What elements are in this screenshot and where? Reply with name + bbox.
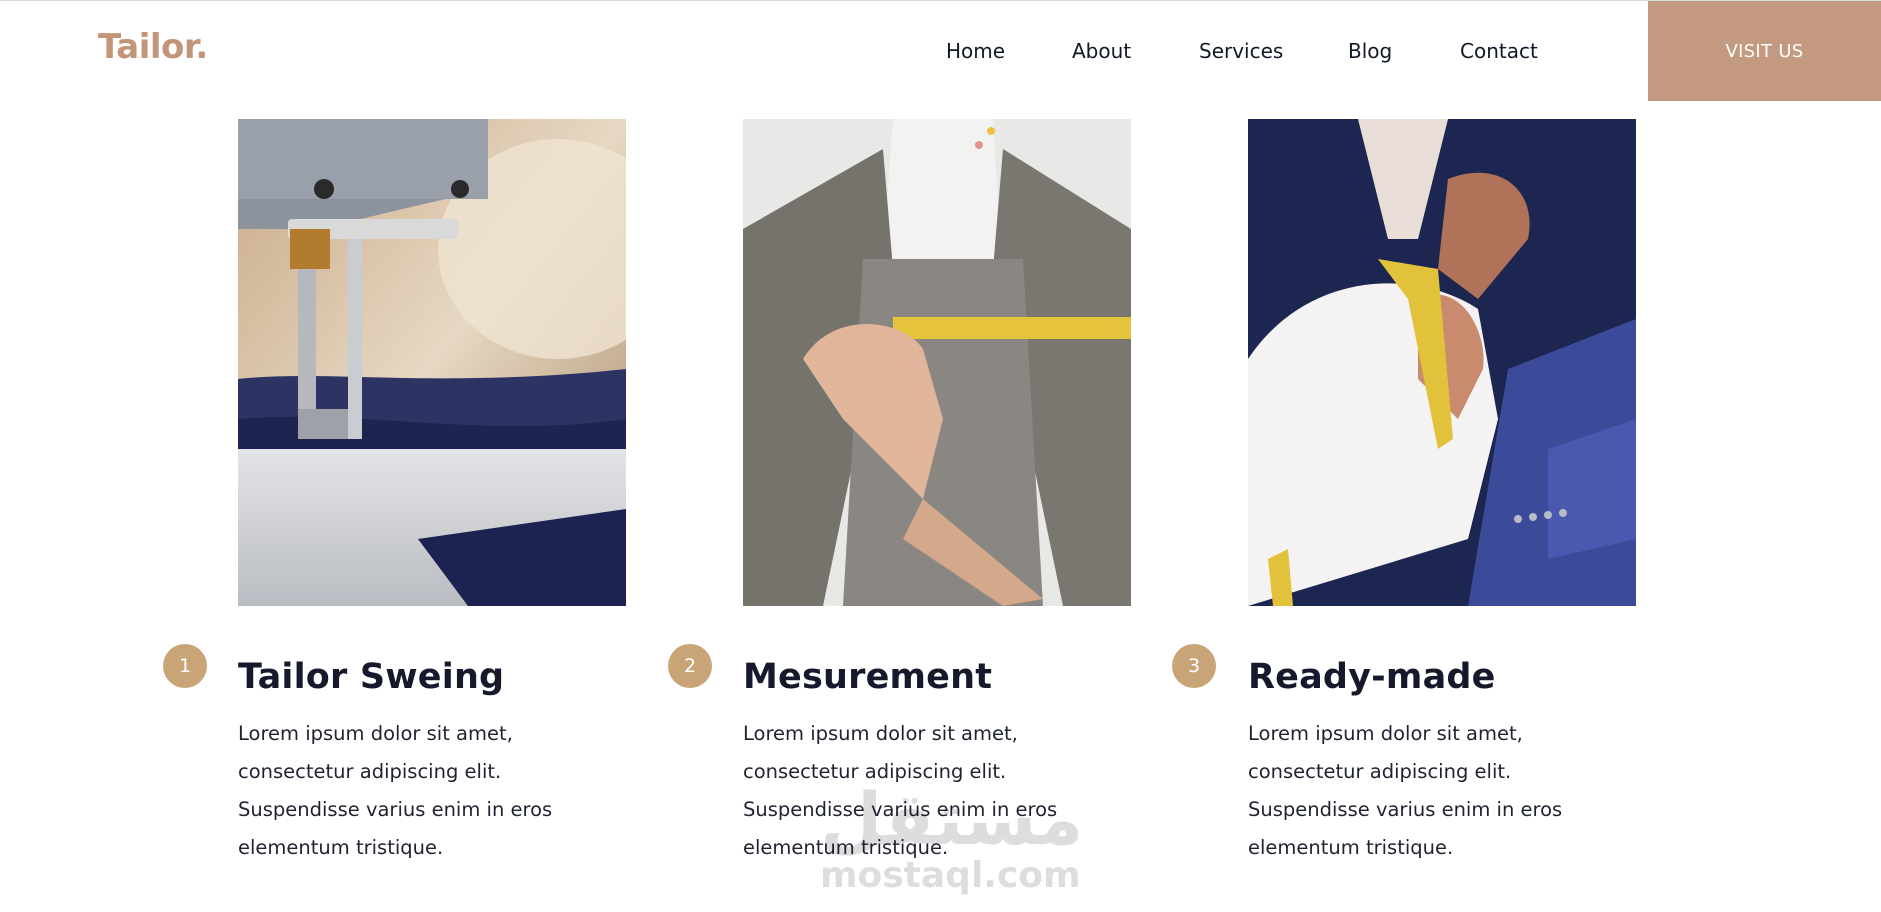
main-nav: Home About Services Blog Contact: [0, 39, 1881, 65]
step-badge-2: 2: [668, 644, 712, 688]
service-description: Lorem ipsum dolor sit amet, consectetur …: [238, 722, 553, 859]
service-card-ready-made: Ready-made Lorem ipsum dolor sit amet, c…: [1248, 119, 1636, 859]
suit-fitting-image: [1248, 119, 1636, 606]
nav-about[interactable]: About: [1072, 39, 1131, 63]
service-description: Lorem ipsum dolor sit amet, consectetur …: [743, 722, 1058, 859]
service-title: Tailor Sweing: [238, 657, 505, 697]
service-title: Mesurement: [743, 657, 993, 697]
nav-services[interactable]: Services: [1199, 39, 1283, 63]
service-card-tailor-sewing: Tailor Sweing Lorem ipsum dolor sit amet…: [238, 119, 626, 859]
step-badge-3: 3: [1172, 644, 1216, 688]
nav-contact[interactable]: Contact: [1460, 39, 1538, 63]
nav-home[interactable]: Home: [946, 39, 1005, 63]
site-header: Tailor. Home About Services Blog Contact…: [0, 1, 1881, 101]
sewing-machine-image: [238, 119, 626, 606]
step-badge-1: 1: [163, 644, 207, 688]
visit-us-button[interactable]: VISIT US: [1648, 1, 1881, 101]
service-description: Lorem ipsum dolor sit amet, consectetur …: [1248, 722, 1563, 859]
measuring-tape-image: [743, 119, 1131, 606]
nav-blog[interactable]: Blog: [1348, 39, 1392, 63]
service-title: Ready-made: [1248, 657, 1496, 697]
service-card-measurement: Mesurement Lorem ipsum dolor sit amet, c…: [743, 119, 1131, 859]
